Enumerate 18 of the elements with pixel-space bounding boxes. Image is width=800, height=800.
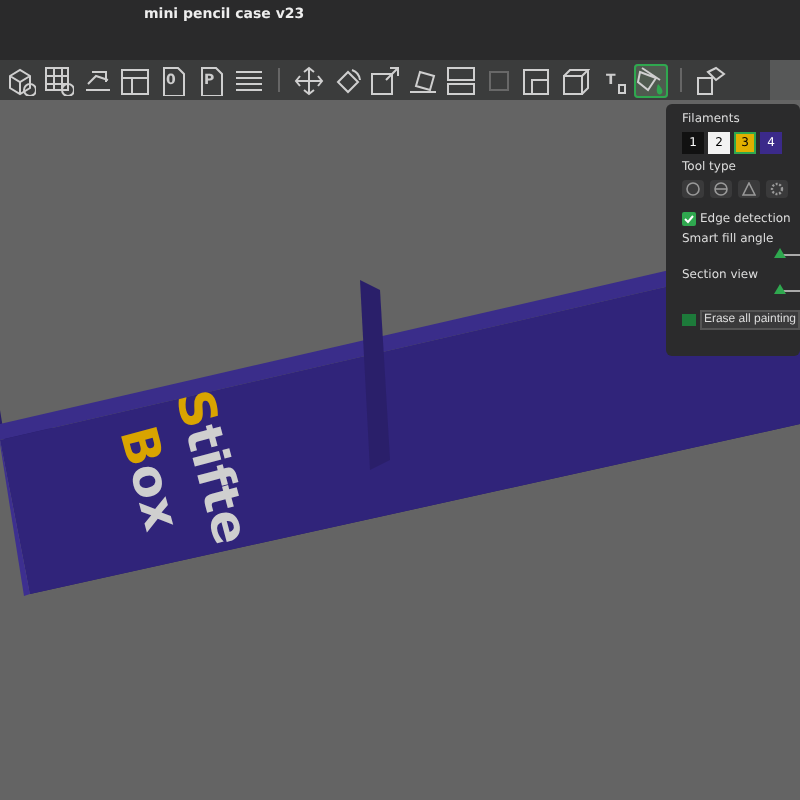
slider-thumb[interactable] [774,248,786,258]
layout-icon[interactable] [118,63,152,97]
triangle-tool-button[interactable] [738,180,760,198]
cube-icon[interactable] [558,63,592,97]
move-icon[interactable] [292,63,326,97]
gear-tool-button[interactable] [766,180,788,198]
toolbar-end-panel [770,60,800,100]
scale-icon[interactable] [368,63,402,97]
grid-plus-icon[interactable] [42,63,76,97]
assembly-icon[interactable] [694,63,728,97]
split-icon[interactable] [444,63,478,97]
circle-tool-button[interactable] [682,180,704,198]
cube-plus-icon[interactable] [4,63,38,97]
checkbox[interactable] [682,212,696,226]
small-square-icon [618,83,626,93]
paint-bucket-icon[interactable] [634,63,668,97]
slider-thumb[interactable] [774,284,786,294]
sphere-tool-button[interactable] [710,180,732,198]
